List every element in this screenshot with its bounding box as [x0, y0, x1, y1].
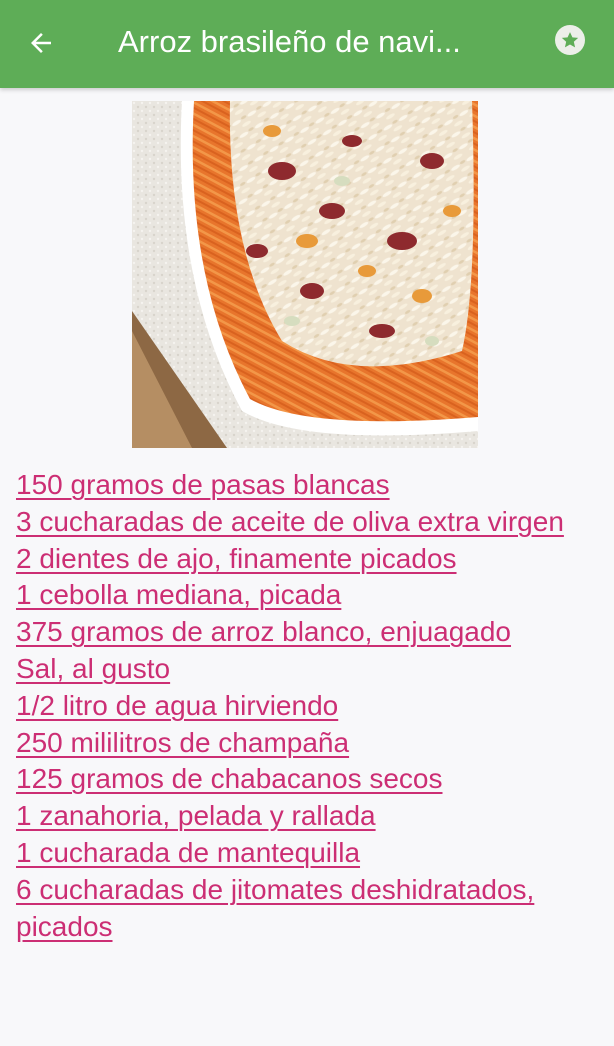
back-button[interactable]	[14, 16, 68, 70]
ingredient-link[interactable]: 1 cebolla mediana, picada	[16, 577, 606, 614]
ingredient-link[interactable]: 250 mililitros de champaña	[16, 725, 606, 762]
ingredient-link[interactable]: 1 cucharada de mantequilla	[16, 835, 606, 872]
ingredient-link[interactable]: Sal, al gusto	[16, 651, 606, 688]
star-icon	[555, 25, 585, 55]
ingredient-link[interactable]: 1 zanahoria, pelada y rallada	[16, 798, 606, 835]
recipe-photo	[132, 101, 478, 448]
ingredient-link[interactable]: 2 dientes de ajo, finamente picados	[16, 541, 606, 578]
ingredient-link[interactable]: 375 gramos de arroz blanco, enjuagado	[16, 614, 606, 651]
ingredient-link[interactable]: 3 cucharadas de aceite de oliva extra vi…	[16, 504, 606, 541]
recipe-content: 150 gramos de pasas blancas 3 cucharadas…	[0, 88, 614, 1046]
favorite-button[interactable]	[548, 18, 592, 62]
page-title: Arroz brasileño de navi...	[118, 24, 461, 59]
app-bar: Arroz brasileño de navi...	[0, 0, 614, 88]
ingredient-link[interactable]: 6 cucharadas de jitomates deshidratados,…	[16, 872, 606, 946]
ingredient-link[interactable]: 150 gramos de pasas blancas	[16, 467, 606, 504]
ingredient-link[interactable]: 125 gramos de chabacanos secos	[16, 761, 606, 798]
ingredient-link[interactable]: 1/2 litro de agua hirviendo	[16, 688, 606, 725]
ingredient-list: 150 gramos de pasas blancas 3 cucharadas…	[16, 467, 606, 945]
arrow-left-icon	[31, 33, 51, 53]
